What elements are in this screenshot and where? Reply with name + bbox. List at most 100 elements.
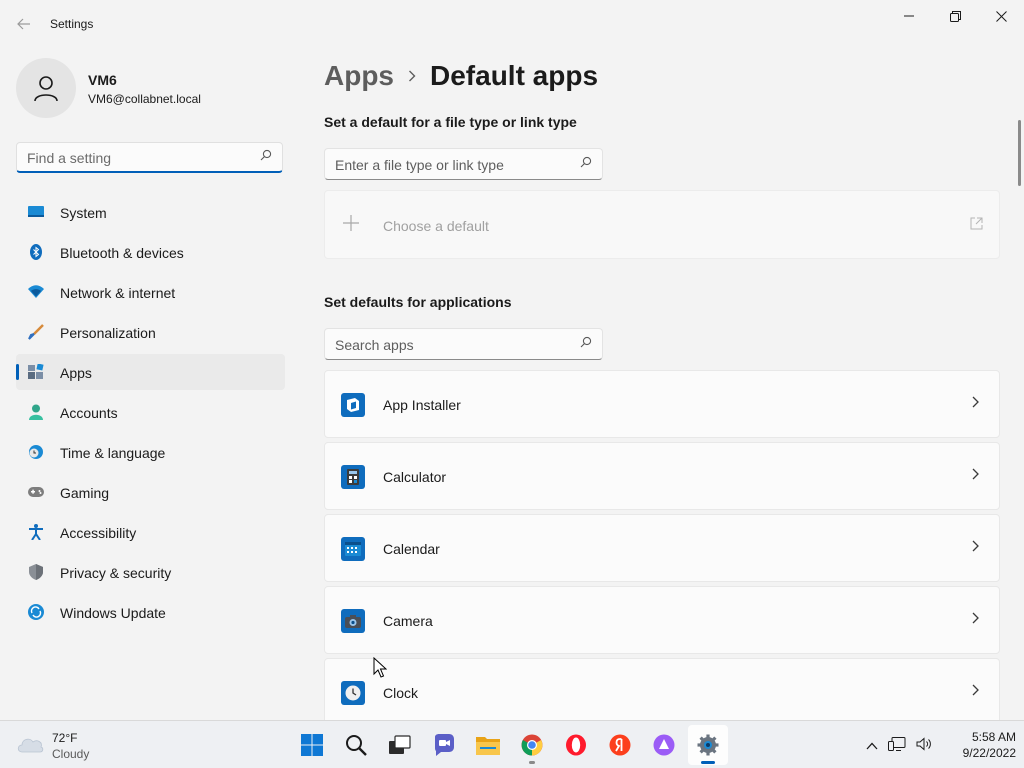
chevron-right-icon [972,683,979,699]
app-row-calculator[interactable]: Calculator [324,442,1000,510]
chevron-right-icon [408,66,416,87]
chevron-up-icon[interactable] [866,738,878,753]
app-name: Calculator [383,469,447,485]
search-icon [580,336,592,351]
start-button[interactable] [292,725,332,765]
choose-default-label: Choose a default [383,218,489,234]
clock-globe-icon [28,444,44,460]
breadcrumb-apps-link[interactable]: Apps [324,60,394,92]
sidebar-item-apps[interactable]: Apps [16,354,285,390]
sidebar-item-label: Windows Update [60,605,166,621]
taskbar-clock[interactable]: 5:58 AM 9/22/2022 [946,729,1016,761]
task-view-button[interactable] [380,725,420,765]
back-arrow-icon [17,18,30,30]
clock-time: 5:58 AM [971,730,1016,744]
search-apps-input[interactable]: Search apps [324,328,603,360]
start-icon [301,734,323,756]
opera-button[interactable] [556,725,596,765]
volume-icon[interactable] [916,736,932,754]
brush-icon [28,324,44,340]
sidebar-item-bluetooth[interactable]: Bluetooth & devices [16,234,285,270]
alice-icon [653,734,675,756]
alice-button[interactable] [644,725,684,765]
breadcrumb: Apps Default apps [324,58,598,94]
chevron-right-icon [972,539,979,555]
close-icon [995,10,1007,22]
sidebar-item-label: Bluetooth & devices [60,245,184,261]
sidebar-item-privacy-security[interactable]: Privacy & security [16,554,285,590]
close-button[interactable] [978,0,1024,32]
settings-button[interactable] [688,725,728,765]
system-icon [28,204,44,220]
choose-default-card[interactable]: Choose a default [324,190,1000,259]
app-row-app-installer[interactable]: App Installer [324,370,1000,438]
sidebar-item-label: Privacy & security [60,565,172,581]
page-title: Default apps [430,60,599,91]
chat-icon [435,734,454,756]
vertical-scrollbar[interactable] [1018,120,1021,186]
profile-name: VM6 [88,72,117,88]
file-explorer-button[interactable] [468,725,508,765]
yandex-browser-button[interactable] [600,725,640,765]
accessibility-icon [28,524,44,540]
sidebar-item-gaming[interactable]: Gaming [16,474,285,510]
app-row-camera[interactable]: Camera [324,586,1000,654]
chrome-button[interactable] [512,725,552,765]
open-external-icon [970,217,983,233]
calendar-icon [341,537,365,561]
app-list: App Installer Calculator Calendar Camera… [324,370,1000,730]
restore-button[interactable] [932,0,978,32]
app-name: Clock [383,685,419,701]
app-row-calendar[interactable]: Calendar [324,514,1000,582]
apps-icon [28,364,44,380]
find-setting-input[interactable]: Find a setting [16,142,283,173]
back-button[interactable] [10,12,38,36]
calculator-icon [341,465,365,489]
sidebar-item-system[interactable]: System [16,194,285,230]
filetype-search-input[interactable]: Enter a file type or link type [324,148,603,180]
sidebar-item-label: Gaming [60,485,110,501]
taskbar-search-button[interactable] [336,725,376,765]
shield-icon [28,564,44,580]
weather-temperature: 72°F [52,731,78,745]
bluetooth-icon [28,244,44,260]
chat-button[interactable] [424,725,464,765]
avatar [16,58,76,118]
search-icon [260,149,272,164]
sidebar-item-time-language[interactable]: Time & language [16,434,285,470]
cloud-icon [17,738,44,753]
sidebar-item-windows-update[interactable]: Windows Update [16,594,285,630]
search-icon [346,735,367,756]
app-name: Camera [383,613,433,629]
app-row-clock[interactable]: Clock [324,658,1000,726]
weather-widget[interactable]: 72°F Cloudy [16,729,136,761]
sidebar-item-label: Accessibility [60,525,137,541]
file-explorer-icon [476,737,500,755]
sidebar-item-personalization[interactable]: Personalization [16,314,285,350]
mouse-cursor-icon [373,657,387,678]
sidebar-item-accessibility[interactable]: Accessibility [16,514,285,550]
sidebar-item-label: Time & language [60,445,166,461]
system-tray [866,733,942,757]
apps-section-title: Set defaults for applications [324,294,512,310]
sidebar-item-label: Apps [60,365,92,381]
sidebar-item-label: System [60,205,107,221]
profile-email: VM6@collabnet.local [88,92,201,106]
app-name: App Installer [383,397,461,413]
weather-condition: Cloudy [52,747,90,761]
sidebar-item-accounts[interactable]: Accounts [16,394,285,430]
settings-icon [697,734,719,756]
chrome-icon [521,734,543,756]
search-icon [580,156,592,171]
gamepad-icon [28,484,44,500]
plus-icon [343,211,359,237]
app-installer-icon [341,393,365,417]
find-setting-placeholder: Find a setting [27,150,112,166]
sidebar-item-network[interactable]: Network & internet [16,274,285,310]
sidebar-item-label: Personalization [60,325,156,341]
minimize-button[interactable] [886,0,932,32]
opera-icon [566,734,586,756]
minimize-icon [904,15,914,17]
user-profile[interactable]: VM6 VM6@collabnet.local [16,58,286,118]
network-icon[interactable] [888,736,906,754]
